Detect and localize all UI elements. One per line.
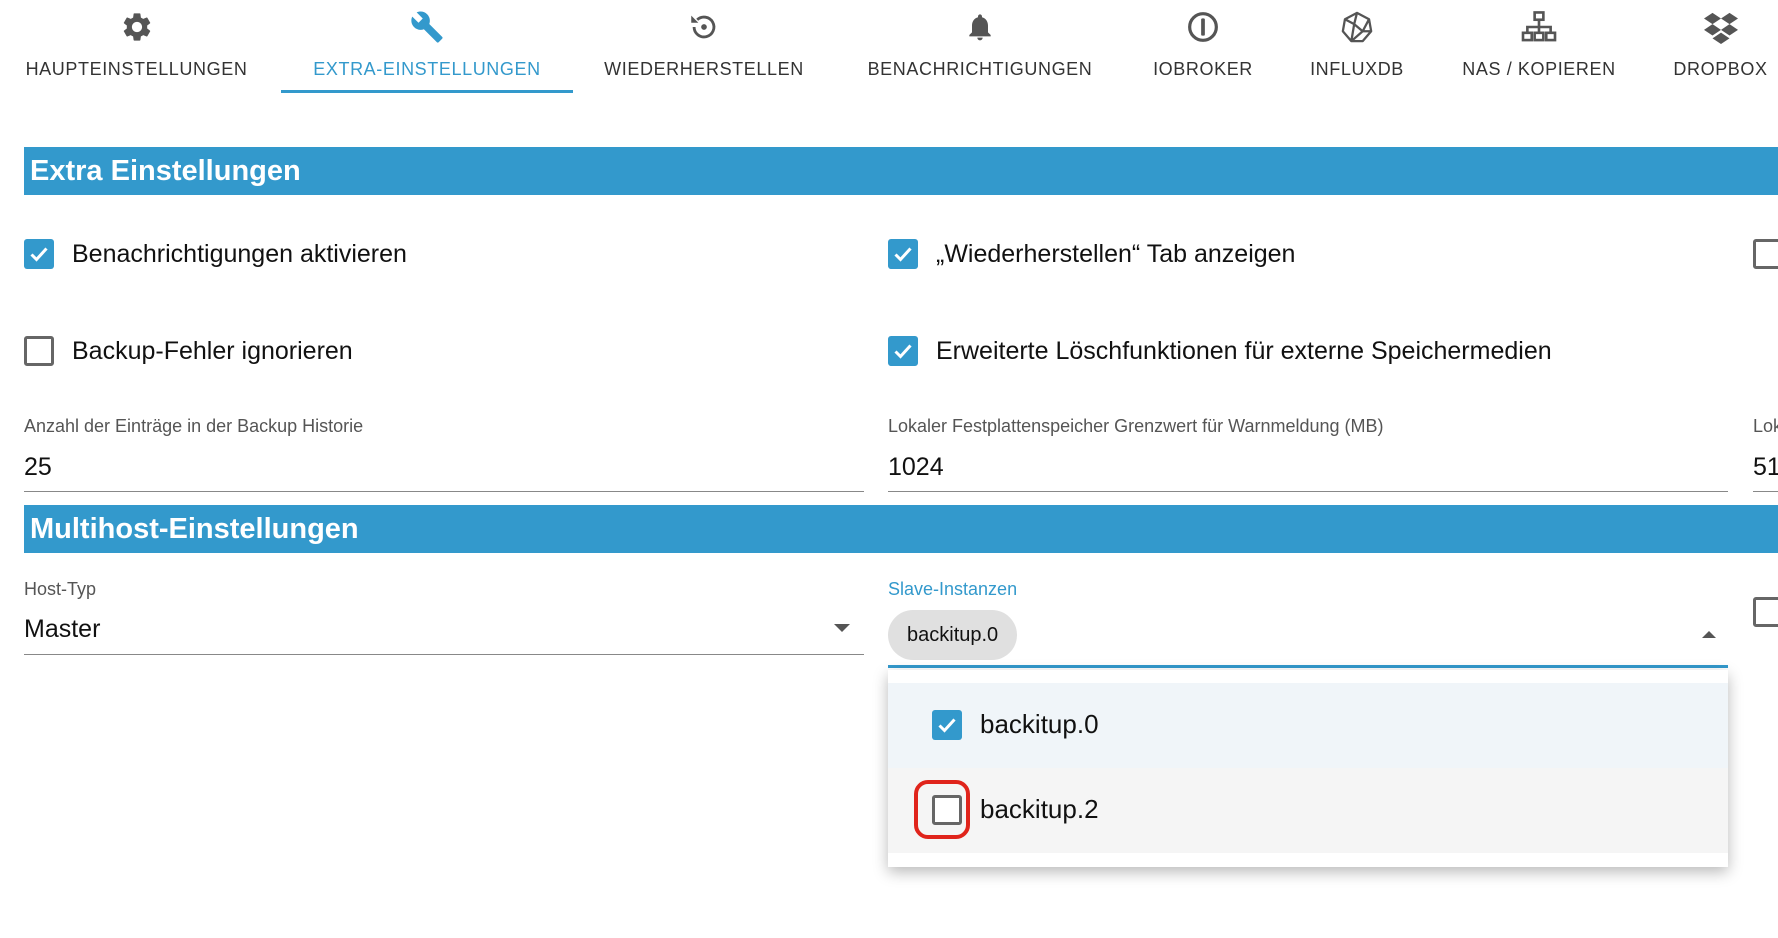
tab-dropbox[interactable]: DROPBOX <box>1663 0 1778 96</box>
ignore-errors-checkbox[interactable]: Backup-Fehler ignorieren <box>24 336 353 366</box>
dropdown-option[interactable]: backitup.0 <box>888 683 1728 768</box>
option-label: backitup.2 <box>980 794 1099 824</box>
extended-delete-checkbox[interactable]: Erweiterte Löschfunktionen für externe S… <box>888 336 1552 366</box>
checkbox-unchecked-icon <box>1753 239 1778 269</box>
iobroker-icon <box>1137 11 1269 43</box>
dropbox-icon <box>1663 11 1778 44</box>
multihost-third-checkbox[interactable] <box>1753 597 1778 627</box>
field-value: 1024 <box>888 453 944 481</box>
checkbox-checked-icon <box>888 239 918 269</box>
tab-label: WIEDERHERSTELLEN <box>604 59 804 79</box>
select-value: Master <box>24 615 101 643</box>
wrench-icon <box>281 11 573 43</box>
dropdown-option[interactable]: backitup.2 <box>888 768 1728 853</box>
tab-haupteinstellungen[interactable]: HAUPTEINSTELLUNGEN <box>0 0 273 96</box>
third-column-checkbox[interactable] <box>1753 239 1778 269</box>
checkbox-unchecked-icon <box>24 336 54 366</box>
field-underline <box>24 654 864 655</box>
tab-extra-einstellungen[interactable]: EXTRA-EINSTELLUNGEN <box>281 0 573 96</box>
tab-label: INFLUXDB <box>1310 59 1404 79</box>
section-title-multihost: Multihost-Einstellungen <box>24 505 1778 553</box>
checkbox-checked-icon <box>24 239 54 269</box>
checkbox-label: Benachrichtigungen aktivieren <box>72 239 407 268</box>
tab-label: HAUPTEINSTELLUNGEN <box>25 59 248 79</box>
restore-icon <box>585 11 823 43</box>
tab-benachrichtigungen[interactable]: BENACHRICHTIGUNGEN <box>853 0 1107 96</box>
dropdown-arrow-up-icon <box>1702 631 1716 638</box>
field-label: Slave-Instanzen <box>888 579 1018 599</box>
tab-bar: HAUPTEINSTELLUNGEN EXTRA-EINSTELLUNGEN W… <box>0 0 1778 96</box>
slave-instances-dropdown: backitup.0 backitup.2 <box>888 670 1728 867</box>
third-column-field[interactable]: Lok 51 <box>1753 416 1778 492</box>
tab-iobroker[interactable]: IOBROKER <box>1137 0 1269 96</box>
field-value: 51 <box>1753 453 1778 481</box>
tab-label: DROPBOX <box>1673 59 1768 79</box>
option-label: backitup.0 <box>980 709 1099 739</box>
checkbox-label: „Wiederherstellen“ Tab anzeigen <box>936 239 1296 268</box>
influxdb-icon <box>1299 11 1415 43</box>
field-label: Lok <box>1753 416 1778 436</box>
restore-tab-checkbox[interactable]: „Wiederherstellen“ Tab anzeigen <box>888 239 1295 269</box>
checkbox-label: Erweiterte Löschfunktionen für externe S… <box>936 336 1552 365</box>
tab-label: BENACHRICHTIGUNGEN <box>867 59 1093 79</box>
history-count-field[interactable]: Anzahl der Einträge in der Backup Histor… <box>24 416 864 492</box>
checkbox-checked-icon <box>888 336 918 366</box>
dropdown-arrow-icon <box>834 624 850 632</box>
tab-influxdb[interactable]: INFLUXDB <box>1299 0 1415 96</box>
highlight-annotation-ring <box>914 780 970 839</box>
checkbox-unchecked-icon <box>1753 597 1778 627</box>
checkbox-checked-icon <box>932 710 962 740</box>
section-title-extra: Extra Einstellungen <box>24 147 1778 195</box>
field-underline-focused <box>888 665 1728 668</box>
active-tab-indicator <box>281 90 573 93</box>
field-label: Host-Typ <box>24 579 97 599</box>
network-icon <box>1445 11 1633 43</box>
tab-label: NAS / KOPIEREN <box>1462 59 1616 79</box>
field-value: 25 <box>24 453 52 481</box>
bell-icon <box>853 11 1107 43</box>
field-underline <box>24 491 864 492</box>
disk-limit-field[interactable]: Lokaler Festplattenspeicher Grenzwert fü… <box>888 416 1728 492</box>
field-underline <box>1753 491 1778 492</box>
tab-label: IOBROKER <box>1153 59 1253 79</box>
field-label: Lokaler Festplattenspeicher Grenzwert fü… <box>888 416 1384 436</box>
checkbox-label: Backup-Fehler ignorieren <box>72 336 353 365</box>
tab-nas-kopieren[interactable]: NAS / KOPIEREN <box>1445 0 1633 96</box>
field-label: Anzahl der Einträge in der Backup Histor… <box>24 416 364 436</box>
host-type-select[interactable]: Host-Typ Master <box>24 579 864 655</box>
tab-wiederherstellen[interactable]: WIEDERHERSTELLEN <box>585 0 823 96</box>
notifications-checkbox[interactable]: Benachrichtigungen aktivieren <box>24 239 407 269</box>
field-underline <box>888 491 1728 492</box>
tab-label: EXTRA-EINSTELLUNGEN <box>313 59 541 79</box>
selected-chip[interactable]: backitup.0 <box>888 610 1018 660</box>
gear-icon <box>0 11 273 43</box>
